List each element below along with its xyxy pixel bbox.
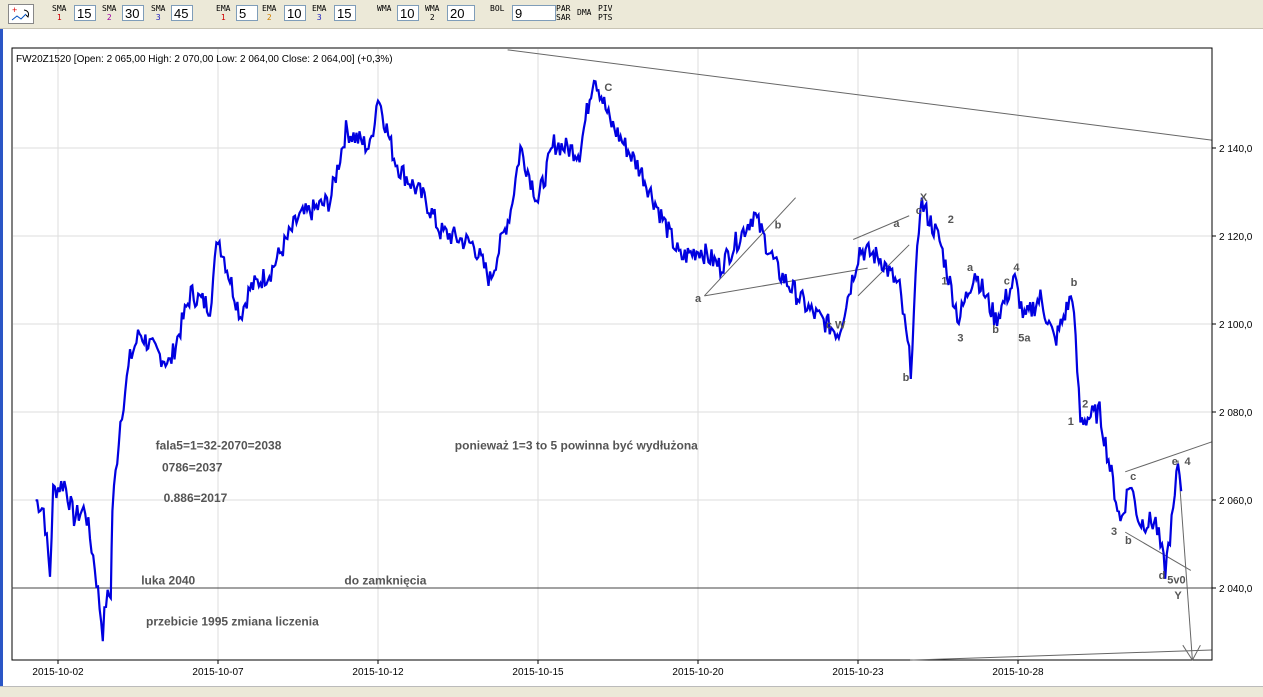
x-tick-label: 2015-10-12 (352, 667, 404, 678)
wave-label: d (1159, 570, 1166, 582)
button-label: SAR (556, 13, 571, 22)
chart-annotation: luka 2040 (141, 573, 195, 587)
wave-label: b (992, 324, 999, 336)
indicator-period-input[interactable]: 15 (334, 5, 356, 21)
y-tick-label: 2 140,0 (1219, 144, 1253, 155)
toolbar-button-par[interactable]: PAR SAR (556, 4, 570, 22)
wave-label: c W (826, 319, 846, 331)
plot-area (11, 47, 1213, 661)
indicator-label-wma: WMA 2 (425, 4, 439, 22)
indicator-label-ema: EMA 1 (216, 4, 230, 22)
chart-annotation: 0.886=2017 (164, 491, 228, 505)
chart-annotation: fala5=1=32-2070=2038 (156, 438, 282, 452)
indicator-name: BOL (490, 4, 505, 13)
chart-annotation: ponieważ 1=3 to 5 powinna być wydłużona (455, 438, 698, 452)
indicator-period-input[interactable]: 5 (236, 5, 258, 21)
y-tick-label: 2 120,0 (1219, 232, 1253, 243)
indicator-label-wma: WMA (377, 4, 391, 22)
indicator-period-input[interactable]: 45 (171, 5, 193, 21)
indicator-label-sma: SMA 2 (102, 4, 116, 22)
indicator-label-sma: SMA 1 (52, 4, 66, 22)
y-tick-label: 2 100,0 (1219, 320, 1253, 331)
wave-label: c (1004, 275, 1010, 287)
wave-label: 5a (1018, 333, 1031, 345)
indicator-index: 3 (316, 13, 322, 22)
indicator-index: 2 (429, 13, 435, 22)
y-tick-label: 2 080,0 (1219, 408, 1253, 419)
wave-label: c (916, 205, 922, 217)
wave-label: b (775, 220, 782, 232)
indicator-period-input[interactable]: 15 (74, 5, 96, 21)
indicator-label-sma: SMA 3 (151, 4, 165, 22)
bottom-toolbar (0, 686, 1263, 697)
button-label: PTS (598, 13, 613, 22)
chart-annotation: do zamknięcia (344, 573, 426, 587)
wave-label: 3 (957, 333, 963, 345)
indicator-name: SMA (151, 4, 166, 13)
indicator-name: WMA (377, 4, 392, 13)
y-tick-label: 2 040,0 (1219, 584, 1253, 595)
indicator-toolbar: + SMA 1 15 SMA 2 30 SMA 3 45 EMA 1 5 EMA 2 10 EMA 3 15 WMA… (0, 0, 1263, 29)
indicator-name: SMA (102, 4, 117, 13)
x-tick-label: 2015-10-15 (512, 667, 564, 678)
indicator-name: EMA (216, 4, 231, 13)
wave-label: a (695, 293, 702, 305)
toolbar-button-piv[interactable]: PIV PTS (598, 4, 612, 22)
wave-label: 1 (1068, 416, 1074, 428)
indicator-name: WMA (425, 4, 440, 13)
indicator-index: 1 (56, 13, 62, 22)
x-tick-label: 2015-10-20 (672, 667, 724, 678)
indicator-period-input[interactable]: 9 (512, 5, 556, 21)
wave-label: b (1071, 277, 1078, 289)
chart-title: FW20Z1520 [Open: 2 065,00 High: 2 070,00… (16, 54, 393, 65)
indicator-name: EMA (312, 4, 327, 13)
button-label: PAR (556, 4, 571, 13)
wave-label: 1 (941, 275, 947, 287)
wave-label: 2 (948, 214, 954, 226)
toolbar-button-dma[interactable]: DMA (577, 8, 591, 17)
wave-label: 4 (1185, 456, 1192, 468)
indicator-name: SMA (52, 4, 67, 13)
indicator-index: 1 (220, 13, 226, 22)
wave-label: 3 (1111, 526, 1117, 538)
indicator-label-bol: BOL (490, 4, 504, 22)
indicator-index: 2 (106, 13, 112, 22)
indicator-index (377, 13, 391, 22)
wave-label: Y (1174, 590, 1182, 602)
button-label: DMA (577, 8, 592, 17)
price-chart[interactable]: Cabc WacX21ba3bc45ab21c3bde 45v0Y fala5=1… (0, 28, 1263, 686)
button-label: PIV (598, 4, 613, 13)
indicator-label-ema: EMA 3 (312, 4, 326, 22)
svg-text:+: + (12, 5, 17, 15)
indicator-label-ema: EMA 2 (262, 4, 276, 22)
x-tick-label: 2015-10-07 (192, 667, 244, 678)
x-tick-label: 2015-10-23 (832, 667, 884, 678)
x-tick-label: 2015-10-28 (992, 667, 1044, 678)
wave-label: c (1130, 471, 1136, 483)
indicator-period-input[interactable]: 10 (284, 5, 306, 21)
chart-annotation: przebicie 1995 zmiana liczenia (146, 614, 319, 628)
x-tick-label: 2015-10-02 (32, 667, 84, 678)
wave-label: C (604, 82, 612, 94)
wave-label: X (920, 192, 928, 204)
indicator-index: 2 (266, 13, 272, 22)
chart-annotation: 0786=2037 (162, 460, 223, 474)
wave-label: 2 (1082, 399, 1088, 411)
wave-label: b (903, 372, 910, 384)
wave-label: b (1125, 535, 1132, 547)
indicator-period-input[interactable]: 20 (447, 5, 475, 21)
indicator-period-input[interactable]: 30 (122, 5, 144, 21)
wave-label: a (967, 262, 974, 274)
indicator-period-input[interactable]: 10 (397, 5, 419, 21)
wave-label: e (1172, 456, 1178, 468)
indicator-name: EMA (262, 4, 277, 13)
indicator-index: 3 (155, 13, 161, 22)
wave-label: a (893, 218, 900, 230)
indicator-index (490, 13, 504, 22)
chart-settings-icon[interactable]: + (8, 4, 34, 24)
wave-label: 5v0 (1167, 575, 1185, 587)
y-tick-label: 2 060,0 (1219, 496, 1253, 507)
wave-label: 4 (1013, 262, 1020, 274)
